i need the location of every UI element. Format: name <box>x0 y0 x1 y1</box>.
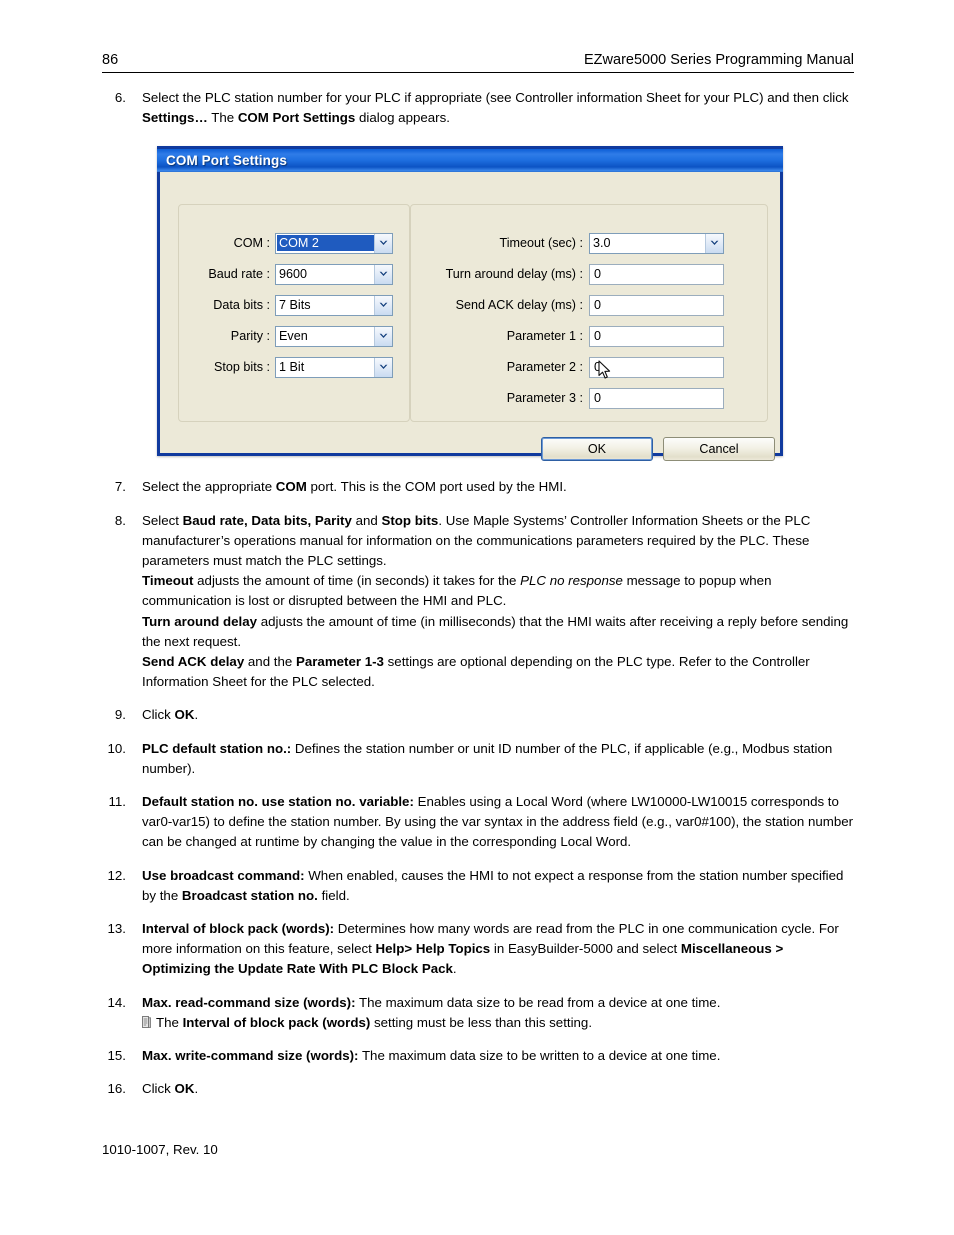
input-value: 0 <box>594 267 602 281</box>
input-value: 0 <box>594 391 602 405</box>
chevron-down-icon[interactable] <box>374 326 392 346</box>
list-item-number: 14. <box>107 994 127 1010</box>
list-item-number: 8. <box>114 512 126 528</box>
combo-baud-rate[interactable]: 9600 <box>275 263 393 285</box>
note-icon <box>142 1014 151 1028</box>
chevron-down-icon[interactable] <box>705 233 723 253</box>
list-item: 15. Max. write-command size (words): The … <box>102 1046 854 1066</box>
combo-value: 3.0 <box>593 236 611 250</box>
dialog-field-row: Send ACK delay (ms) : 0 <box>415 294 724 316</box>
field-label: COM : <box>233 236 270 250</box>
list-item-number: 7. <box>114 479 126 495</box>
combo-parity[interactable]: Even <box>275 325 393 347</box>
chevron-down-icon[interactable] <box>374 264 392 284</box>
dialog-field-row: Timeout (sec) : 3.0 <box>415 232 724 254</box>
list-item-number: 9. <box>114 707 126 723</box>
field-label: Parameter 1 : <box>506 329 583 343</box>
list-item: 14. Max. read-command size (words): The m… <box>102 993 854 1033</box>
dialog-field-row: Data bits : 7 Bits <box>160 294 393 316</box>
list-item-number: 6. <box>114 90 126 105</box>
combo-value: Even <box>279 329 308 343</box>
list-item-number: 10. <box>107 740 127 756</box>
ok-button-label: OK <box>587 442 607 456</box>
dialog-titlebar: COM Port Settings <box>157 146 783 172</box>
document-id: 1010-1007, Rev. 10 <box>102 1142 218 1157</box>
list-item-text: Click OK. <box>142 707 199 723</box>
list-item-text: Select the appropriate COM port. This is… <box>142 479 567 495</box>
list-item-text: Max. read-command size (words): The maxi… <box>142 994 721 1030</box>
dialog-field-row: Parameter 1 : 0 <box>415 325 724 347</box>
input-value: 0 <box>594 329 602 343</box>
input-turn-around-delay-ms[interactable]: 0 <box>589 263 724 285</box>
field-label: Send ACK delay (ms) : <box>455 298 583 312</box>
field-label: Timeout (sec) : <box>499 236 583 250</box>
dialog-field-row: Parameter 3 : 0 <box>415 387 724 409</box>
page-footer: 1010-1007, Rev. 10 <box>102 1142 218 1157</box>
combo-value: 7 Bits <box>279 298 311 312</box>
list-item: 9. Click OK. <box>102 705 854 725</box>
list-item-number: 15. <box>107 1048 127 1064</box>
dialog-title: COM Port Settings <box>166 153 287 168</box>
list-item-number: 11. <box>108 794 127 810</box>
chevron-down-icon[interactable] <box>374 357 392 377</box>
list-item-number: 12. <box>107 867 127 883</box>
field-label: Parity : <box>230 329 270 343</box>
combo-stop-bits[interactable]: 1 Bit <box>275 356 393 378</box>
dialog-field-row: Parity : Even <box>160 325 393 347</box>
list-item: 11. Default station no. use station no. v… <box>102 792 854 853</box>
dialog-body: COM : COM 2 Baud rate : 9600 Data bits : 7 Bi… <box>160 172 780 461</box>
input-parameter-2[interactable]: 0 <box>589 356 724 378</box>
combo-com[interactable]: COM 2 <box>275 232 393 254</box>
cancel-button[interactable]: Cancel <box>663 437 775 461</box>
list-item-text: Select the PLC station number for your P… <box>142 90 849 126</box>
dialog-field-row: Baud rate : 9600 <box>160 263 393 285</box>
list-item: 8. Select Baud rate, Data bits, Parity an… <box>102 511 854 693</box>
list-item: 6. Select the PLC station number for your… <box>102 88 854 128</box>
input-send-ack-delay-ms[interactable]: 0 <box>589 294 724 316</box>
list-item: 12. Use broadcast command: When enabled, … <box>102 866 854 906</box>
page-number: 86 <box>102 52 119 68</box>
dialog-field-row: COM : COM 2 <box>160 232 393 254</box>
cancel-button-label: Cancel <box>699 442 739 456</box>
combo-value: 1 Bit <box>279 360 305 374</box>
list-item: 7. Select the appropriate COM port. This … <box>102 477 854 497</box>
field-label: Baud rate : <box>208 267 270 281</box>
list-item-text: Default station no. use station no. vari… <box>142 794 854 850</box>
dialog-field-row: Stop bits : 1 Bit <box>160 356 393 378</box>
com-port-settings-dialog: COM Port Settings COM : COM 2 Baud rate : 9… <box>157 146 783 461</box>
chevron-down-icon[interactable] <box>374 295 392 315</box>
list-item-text: Use broadcast command: When enabled, cau… <box>142 867 844 903</box>
list-item-text: Interval of block pack (words): Determin… <box>142 921 839 977</box>
combo-timeout-sec[interactable]: 3.0 <box>589 232 724 254</box>
list-item: 16. Click OK. <box>102 1079 854 1099</box>
list-item-text: PLC default station no.: Defines the sta… <box>142 740 833 776</box>
list-item: 10. PLC default station no.: Defines the … <box>102 739 854 779</box>
list-item-number: 16. <box>107 1081 127 1097</box>
manual-title: EZware5000 Series Programming Manual <box>584 52 854 68</box>
combo-data-bits[interactable]: 7 Bits <box>275 294 393 316</box>
list-item-text: Max. write-command size (words): The max… <box>142 1048 721 1064</box>
field-label: Data bits : <box>213 298 270 312</box>
field-label: Parameter 3 : <box>506 391 583 405</box>
list-item: 13. Interval of block pack (words): Deter… <box>102 919 854 980</box>
input-parameter-1[interactable]: 0 <box>589 325 724 347</box>
chevron-down-icon[interactable] <box>374 233 392 253</box>
ok-button[interactable]: OK <box>541 437 653 461</box>
list-item-number: 13. <box>107 921 127 937</box>
input-value: 0 <box>594 360 602 374</box>
page-header: 86 EZware5000 Series Programming Manual <box>102 52 854 73</box>
field-label: Stop bits : <box>213 360 270 374</box>
combo-value: COM 2 <box>277 235 374 251</box>
dialog-field-row: Turn around delay (ms) : 0 <box>415 263 724 285</box>
field-label: Parameter 2 : <box>506 360 583 374</box>
dialog-field-row: Parameter 2 : 0 <box>415 356 724 378</box>
input-value: 0 <box>594 298 602 312</box>
list-item-text: Select Baud rate, Data bits, Parity and … <box>142 512 849 690</box>
combo-value: 9600 <box>279 267 308 281</box>
list-item-text: Click OK. <box>142 1081 199 1097</box>
field-label: Turn around delay (ms) : <box>445 267 583 281</box>
input-parameter-3[interactable]: 0 <box>589 387 724 409</box>
